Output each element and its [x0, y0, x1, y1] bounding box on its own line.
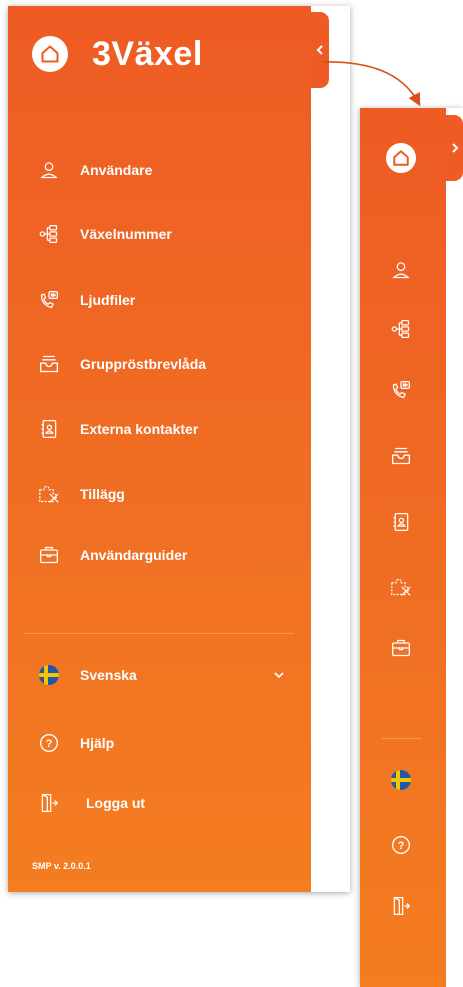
- sidebar-collapsed: ?: [360, 108, 446, 987]
- briefcase-icon: [392, 639, 410, 657]
- nav-item-users[interactable]: Användare: [38, 158, 152, 182]
- logout-label: Logga ut: [86, 795, 146, 811]
- phone-audio-icon: [38, 289, 60, 311]
- nav-item-guides[interactable]: Användarguider: [38, 543, 187, 567]
- version-text: SMP v. 2.0.0.1: [32, 861, 91, 871]
- help-label: Hjälp: [80, 735, 115, 751]
- nav-item-label: Ljudfiler: [80, 292, 136, 308]
- chevron-left-icon: [316, 45, 323, 55]
- help-link[interactable]: ? Hjälp: [38, 731, 114, 755]
- language-selector[interactable]: Svenska: [38, 663, 137, 687]
- nav-item-label: Externa kontakter: [80, 421, 199, 437]
- help-icon: ?: [38, 732, 60, 754]
- collapsed-nav-users[interactable]: [386, 255, 416, 285]
- nav-item-label: Användare: [80, 162, 153, 178]
- nav-item-label: Gruppröstbrevlåda: [80, 356, 207, 372]
- sweden-flag-icon: [391, 770, 411, 790]
- sidebar-expanded: 3Växel Användare Växelnummer Ljudfiler G…: [8, 6, 311, 892]
- inbox-icon: [392, 447, 410, 465]
- chevron-right-icon: [451, 143, 458, 153]
- nav-item-numbers[interactable]: Växelnummer: [38, 222, 172, 246]
- collapsed-nav-guides[interactable]: [386, 633, 416, 663]
- nav-item-audio[interactable]: Ljudfiler: [38, 288, 135, 312]
- collapsed-logout-link[interactable]: [386, 891, 416, 921]
- svg-text:?: ?: [46, 738, 53, 750]
- puzzle-icon: [38, 483, 60, 505]
- collapsed-nav-contacts[interactable]: [386, 507, 416, 537]
- footer-divider: [24, 633, 294, 634]
- collapsed-language-selector[interactable]: [386, 765, 416, 795]
- logout-icon: [38, 792, 60, 814]
- language-label: Svenska: [80, 667, 137, 683]
- nav-item-label: Användarguider: [80, 547, 188, 563]
- collapse-toggle[interactable]: [311, 12, 329, 88]
- puzzle-icon: [391, 578, 411, 596]
- help-icon: ?: [392, 836, 410, 854]
- sweden-flag-icon: [38, 664, 60, 686]
- phone-audio-icon: [392, 381, 410, 399]
- nav-item-label: Tillägg: [80, 486, 125, 502]
- nav-item-label: Växelnummer: [80, 226, 172, 242]
- hierarchy-icon: [38, 223, 60, 245]
- svg-text:?: ?: [398, 840, 405, 852]
- collapsed-nav-numbers[interactable]: [386, 314, 416, 344]
- collapsed-nav-audio[interactable]: [386, 375, 416, 405]
- collapsed-nav-addons[interactable]: [386, 572, 416, 602]
- brand-name: 3Växel: [92, 35, 203, 73]
- hierarchy-icon: [391, 320, 410, 338]
- briefcase-icon: [38, 544, 60, 566]
- home-icon[interactable]: [32, 36, 68, 72]
- contact-book-icon: [38, 418, 60, 440]
- user-icon: [392, 262, 410, 279]
- inbox-icon: [38, 353, 60, 375]
- collapsed-help-link[interactable]: ?: [386, 830, 416, 860]
- expand-toggle[interactable]: [446, 115, 463, 181]
- nav-item-contacts[interactable]: Externa kontakter: [38, 417, 198, 441]
- user-icon: [38, 159, 60, 181]
- nav-item-addons[interactable]: Tillägg: [38, 482, 125, 506]
- logout-icon: [393, 897, 411, 915]
- contact-book-icon: [393, 513, 409, 531]
- collapsed-footer-divider: [382, 738, 422, 739]
- nav-item-groupvoicemail[interactable]: Gruppröstbrevlåda: [38, 352, 206, 376]
- collapsed-nav-groupvoicemail[interactable]: [386, 441, 416, 471]
- chevron-down-icon[interactable]: [272, 668, 286, 682]
- logout-link[interactable]: Logga ut: [38, 791, 145, 815]
- home-icon[interactable]: [386, 143, 416, 173]
- brand[interactable]: 3Växel: [32, 36, 203, 72]
